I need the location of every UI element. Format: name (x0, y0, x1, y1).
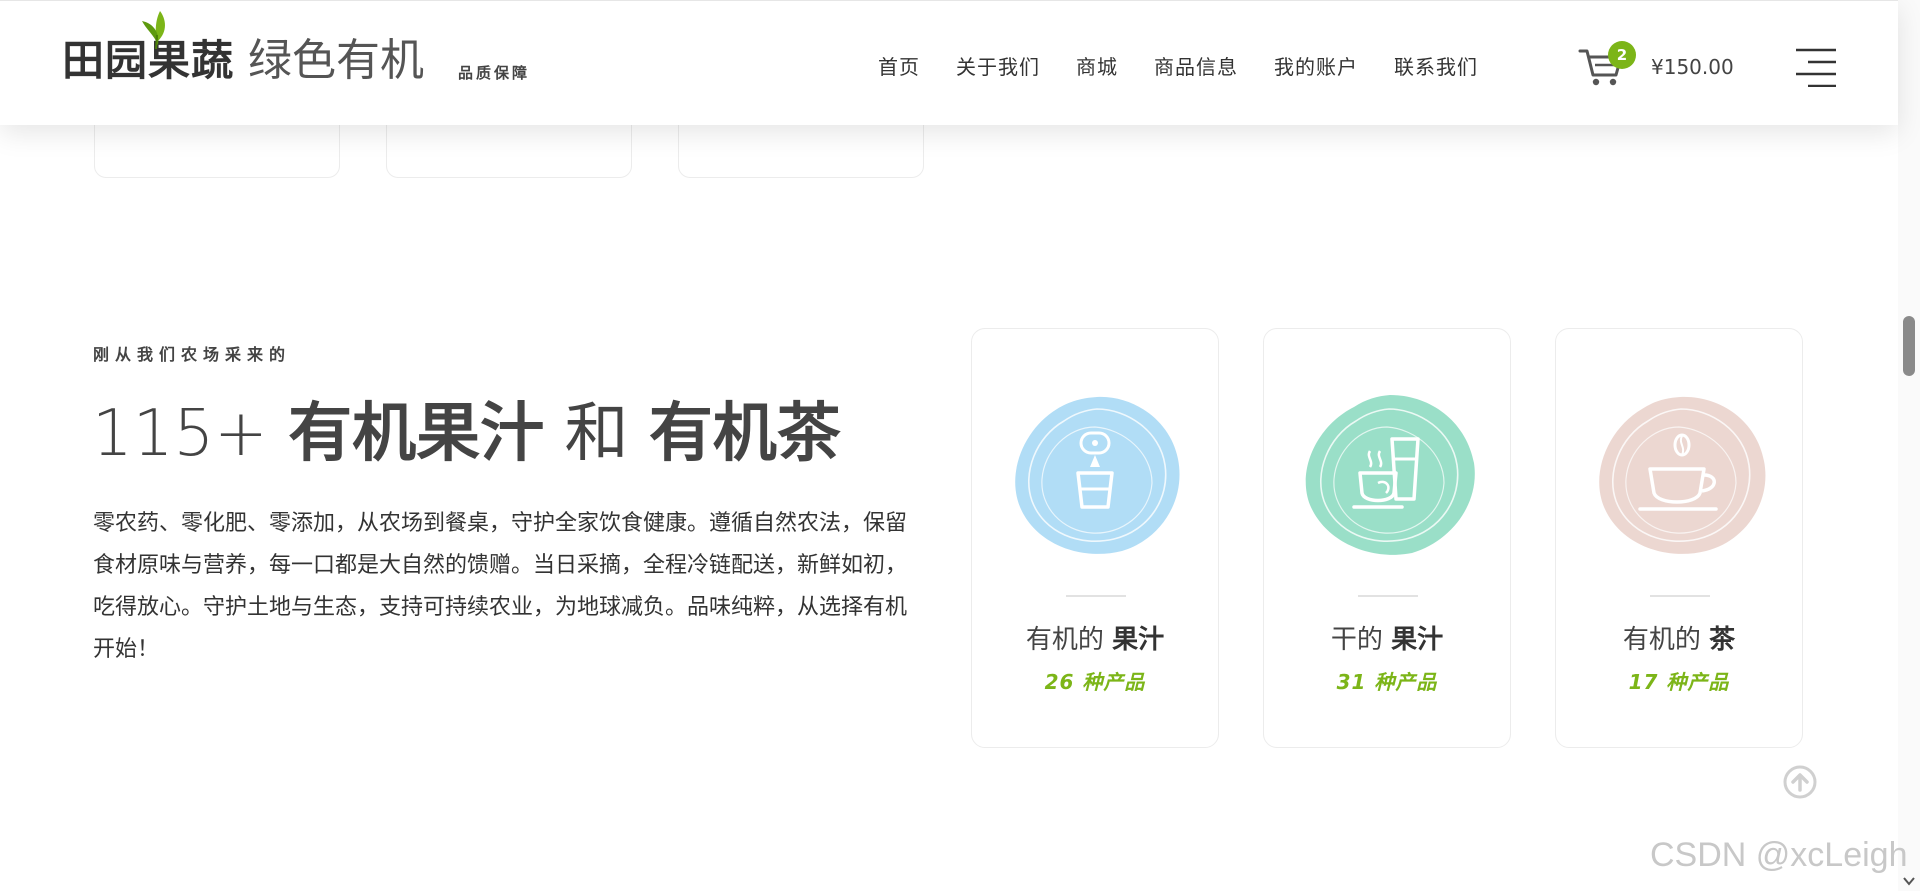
card-divider (1066, 595, 1126, 597)
category-title: 干的 果汁 (1264, 619, 1510, 656)
nav-shop[interactable]: 商城 (1076, 51, 1118, 80)
category-card-organic-juice[interactable]: 有机的 果汁 26 种产品 (971, 328, 1219, 748)
back-to-top-icon[interactable] (1782, 764, 1818, 800)
juice-glass-icon (1015, 396, 1180, 554)
category-count: 17 种产品 (1628, 670, 1730, 694)
card-divider (1358, 595, 1418, 597)
headline-juice: 有机果汁 (288, 397, 545, 471)
nav-product-info[interactable]: 商品信息 (1154, 51, 1238, 80)
scroll-down-arrow-icon[interactable] (1902, 876, 1916, 886)
category-card-dried-juice[interactable]: 干的 果汁 31 种产品 (1263, 328, 1511, 748)
section-eyebrow: 刚从我们农场采来的 (93, 345, 292, 364)
page-scrollbar[interactable] (1898, 0, 1920, 891)
logo-light-text: 绿色有机 (248, 35, 425, 86)
category-title: 有机的 果汁 (972, 619, 1218, 656)
logo-tagline: 品质保障 (458, 64, 531, 82)
site-header: 田园果蔬 绿色有机 品质保障 首页 关于我们 商城 商品信息 我的账户 联系我们… (0, 0, 1898, 125)
site-logo[interactable]: 田园果蔬 绿色有机 品质保障 (62, 11, 531, 87)
category-title-bold: 果汁 (1112, 625, 1165, 655)
category-title-bold: 果汁 (1391, 625, 1444, 655)
nav-my-account[interactable]: 我的账户 (1274, 51, 1358, 80)
nav-home[interactable]: 首页 (878, 51, 920, 80)
tea-and-juice-icon (1305, 395, 1475, 555)
card-divider (1650, 595, 1710, 597)
category-title-prefix: 有机的 (1025, 625, 1104, 655)
section-description: 零农药、零化肥、零添加，从农场到餐桌，守护全家饮食健康。遵循自然农法，保留食材原… (93, 511, 908, 662)
leaf-icon (142, 11, 165, 50)
nav-about[interactable]: 关于我们 (956, 51, 1040, 80)
section-headline: 115+ 有机果汁 和 有机茶 (92, 396, 841, 472)
category-title-prefix: 有机的 (1622, 625, 1701, 655)
cart-count-badge: 2 (1608, 41, 1636, 69)
headline-count: 115+ (92, 397, 268, 471)
nav-contact[interactable]: 联系我们 (1394, 51, 1478, 80)
main-nav: 首页 关于我们 商城 商品信息 我的账户 联系我们 (878, 51, 1478, 80)
hamburger-icon (1796, 48, 1836, 88)
category-count: 26 种产品 (1044, 670, 1146, 694)
category-title: 有机的 茶 (1556, 619, 1802, 656)
cart-button[interactable]: 2 (1578, 41, 1636, 89)
headline-tea: 有机茶 (648, 397, 841, 471)
category-count: 31 种产品 (1336, 670, 1438, 694)
cart-total[interactable]: ¥150.00 (1651, 55, 1734, 79)
category-card-organic-tea[interactable]: 有机的 茶 17 种产品 (1555, 328, 1803, 748)
headline-and: 和 (564, 397, 629, 471)
watermark-text: CSDN @xcLeigh (1650, 836, 1908, 874)
hamburger-menu-button[interactable] (1794, 47, 1838, 88)
category-title-prefix: 干的 (1330, 625, 1383, 655)
coffee-cup-icon (1599, 396, 1766, 554)
scrollbar-thumb[interactable] (1903, 316, 1915, 376)
category-title-bold: 茶 (1709, 625, 1736, 655)
